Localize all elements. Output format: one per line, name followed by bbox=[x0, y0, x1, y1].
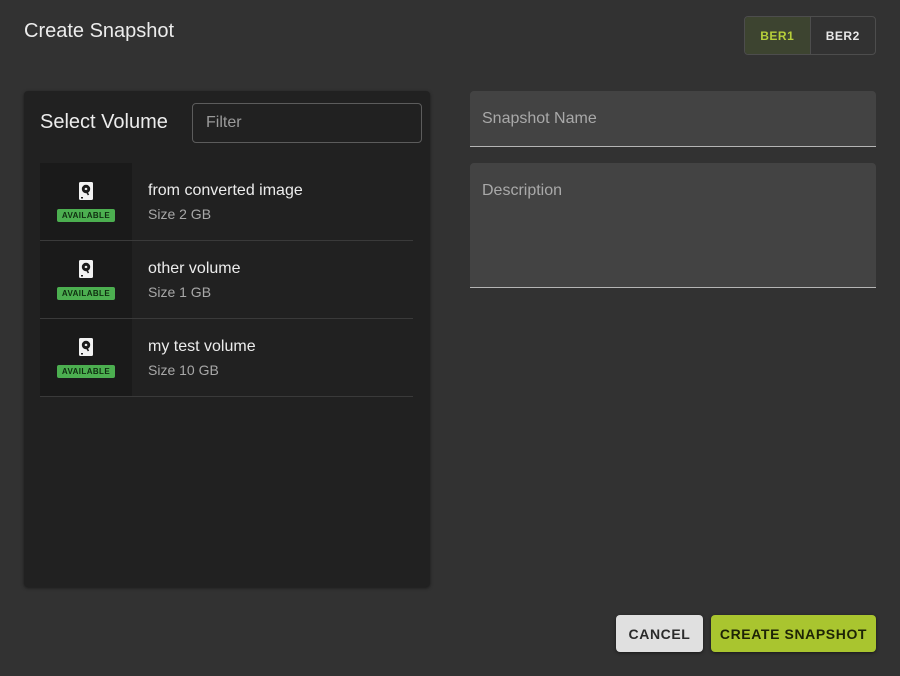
hard-drive-icon bbox=[79, 338, 93, 356]
volume-panel: Select Volume AVAILABLE from converted i… bbox=[24, 91, 430, 587]
region-button-ber1[interactable]: BER1 bbox=[745, 17, 811, 54]
snapshot-name-field[interactable]: Snapshot Name bbox=[470, 91, 876, 147]
volume-item[interactable]: AVAILABLE my test volume Size 10 GB bbox=[40, 319, 413, 397]
volume-list: AVAILABLE from converted image Size 2 GB bbox=[40, 163, 413, 397]
volume-name: my test volume bbox=[148, 337, 256, 355]
volume-item[interactable]: AVAILABLE from converted image Size 2 GB bbox=[40, 163, 413, 241]
filter-input[interactable] bbox=[192, 103, 422, 143]
volume-item[interactable]: AVAILABLE other volume Size 1 GB bbox=[40, 241, 413, 319]
create-snapshot-button[interactable]: CREATE SNAPSHOT bbox=[711, 615, 876, 652]
hard-drive-icon bbox=[79, 260, 93, 278]
snapshot-name-label: Snapshot Name bbox=[482, 110, 597, 127]
volume-size: Size 2 GB bbox=[148, 205, 212, 222]
volume-text: other volume Size 1 GB bbox=[132, 241, 241, 318]
description-field[interactable]: Description bbox=[470, 163, 876, 288]
dialog-title: Create Snapshot bbox=[24, 20, 175, 42]
volume-text: my test volume Size 10 GB bbox=[132, 319, 256, 396]
description-label: Description bbox=[482, 182, 563, 199]
volume-name: from converted image bbox=[148, 181, 303, 199]
status-badge: AVAILABLE bbox=[56, 287, 116, 300]
volume-name: other volume bbox=[148, 259, 241, 277]
hard-drive-icon bbox=[79, 182, 93, 200]
region-toggle: BER1 BER2 bbox=[744, 16, 876, 55]
volume-icon-box: AVAILABLE bbox=[40, 319, 132, 396]
volume-size: Size 10 GB bbox=[148, 361, 219, 378]
status-badge: AVAILABLE bbox=[56, 365, 116, 378]
volume-icon-box: AVAILABLE bbox=[40, 241, 132, 318]
volume-panel-title: Select Volume bbox=[40, 111, 168, 133]
volume-text: from converted image Size 2 GB bbox=[132, 163, 303, 240]
status-badge: AVAILABLE bbox=[56, 209, 116, 222]
volume-size: Size 1 GB bbox=[148, 283, 212, 300]
volume-icon-box: AVAILABLE bbox=[40, 163, 132, 240]
cancel-button[interactable]: CANCEL bbox=[616, 615, 703, 652]
region-button-ber2[interactable]: BER2 bbox=[811, 17, 876, 54]
